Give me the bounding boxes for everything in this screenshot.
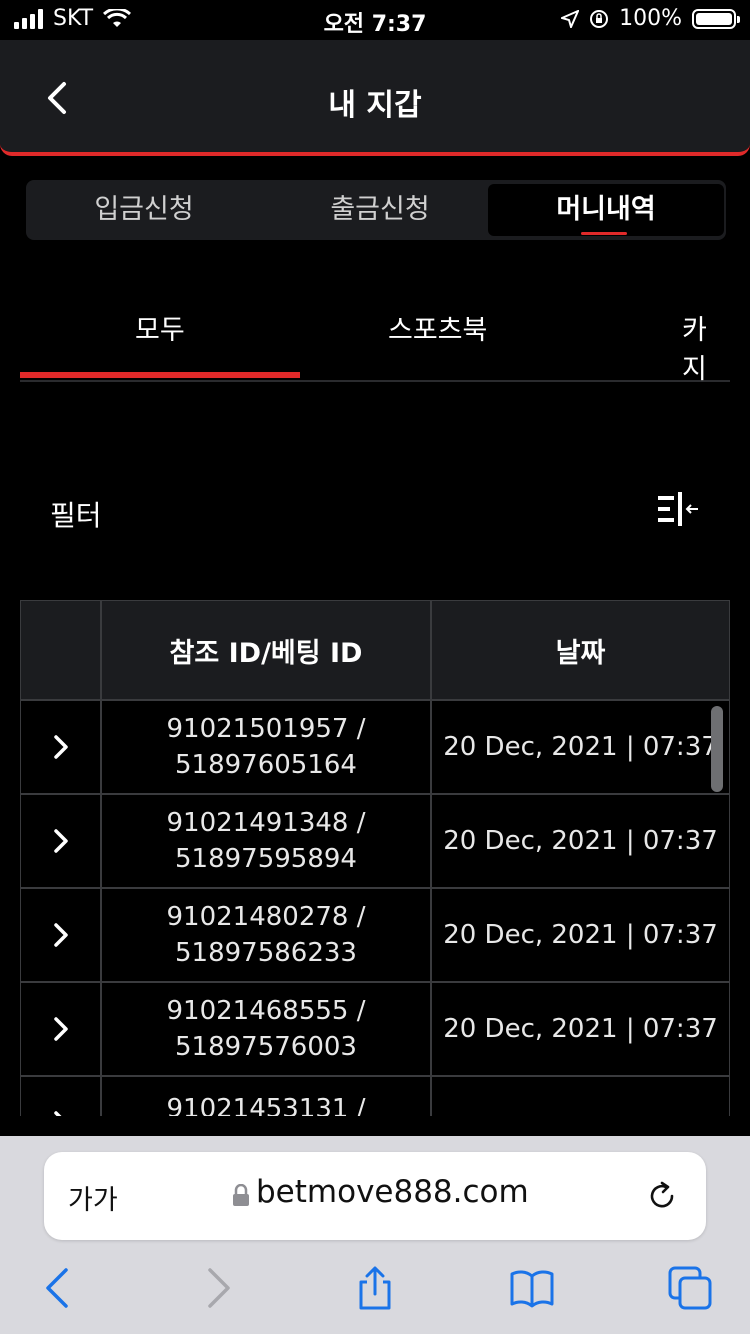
lock-icon bbox=[233, 1184, 249, 1206]
url-text[interactable]: betmove888.com bbox=[256, 1174, 529, 1210]
chevron-right-icon[interactable] bbox=[50, 1109, 72, 1116]
text-size-button[interactable]: 가가 bbox=[68, 1178, 118, 1217]
ref-id: 91021501957 / bbox=[166, 714, 366, 744]
browser-back-icon[interactable] bbox=[36, 1266, 80, 1310]
tab-sportsbook[interactable]: 스포츠북 bbox=[388, 308, 487, 347]
row-expand-cell[interactable] bbox=[20, 888, 101, 982]
table-row[interactable]: 91021501957 / 51897605164 20 Dec, 2021 | … bbox=[20, 700, 730, 794]
bet-id: 51897576003 bbox=[175, 1032, 357, 1062]
bet-id: 51897595894 bbox=[175, 844, 357, 874]
status-bar: SKT 오전 7:37 100% bbox=[0, 0, 750, 40]
chevron-right-icon[interactable] bbox=[50, 733, 72, 761]
location-arrow-icon bbox=[561, 9, 580, 28]
header-date: 날짜 bbox=[431, 600, 730, 700]
date-cell: 20 Dec, 2021 | 07:37 bbox=[431, 888, 730, 982]
row-expand-cell[interactable] bbox=[20, 794, 101, 888]
table-row[interactable]: 91021453131 / bbox=[20, 1076, 730, 1116]
bookmarks-icon[interactable] bbox=[510, 1266, 554, 1310]
app-header: 내 지갑 bbox=[0, 40, 750, 156]
battery-percent: 100% bbox=[619, 6, 682, 31]
table-row[interactable]: 91021468555 / 51897576003 20 Dec, 2021 | … bbox=[20, 982, 730, 1076]
row-expand-cell[interactable] bbox=[20, 1076, 101, 1116]
tabs-icon[interactable] bbox=[668, 1266, 712, 1310]
ref-bet-id-cell: 91021480278 / 51897586233 bbox=[101, 888, 431, 982]
table-row[interactable]: 91021480278 / 51897586233 20 Dec, 2021 | … bbox=[20, 888, 730, 982]
ref-id: 91021453131 / bbox=[166, 1094, 366, 1116]
ref-id: 91021480278 / bbox=[166, 902, 366, 932]
bet-id: 51897605164 bbox=[175, 750, 357, 780]
table-row[interactable]: 91021491348 / 51897595894 20 Dec, 2021 | … bbox=[20, 794, 730, 888]
chevron-right-icon[interactable] bbox=[50, 921, 72, 949]
ref-bet-id-cell: 91021491348 / 51897595894 bbox=[101, 794, 431, 888]
bet-id: 51897586233 bbox=[175, 938, 357, 968]
rotation-lock-icon bbox=[590, 9, 609, 28]
table-header-row: 참조 ID/베팅 ID 날짜 bbox=[20, 600, 730, 700]
share-icon[interactable] bbox=[353, 1266, 397, 1310]
date-cell bbox=[431, 1076, 730, 1116]
tab-deposit-request[interactable]: 입금신청 bbox=[26, 180, 262, 240]
header-expand-cell bbox=[20, 600, 101, 700]
address-bar[interactable]: 가가 betmove888.com bbox=[44, 1152, 706, 1240]
tab-all[interactable]: 모두 bbox=[135, 308, 185, 347]
filter-label: 필터 bbox=[50, 499, 102, 532]
chevron-right-icon[interactable] bbox=[50, 827, 72, 855]
browser-toolbar bbox=[0, 1266, 750, 1316]
ref-id: 91021491348 / bbox=[166, 808, 366, 838]
row-expand-cell[interactable] bbox=[20, 700, 101, 794]
tab-casino[interactable]: 카지 bbox=[682, 308, 730, 386]
ref-bet-id-cell: 91021501957 / 51897605164 bbox=[101, 700, 431, 794]
ref-id: 91021468555 / bbox=[166, 996, 366, 1026]
reload-icon[interactable] bbox=[644, 1178, 680, 1214]
date-cell: 20 Dec, 2021 | 07:37 bbox=[431, 982, 730, 1076]
tab-money-history[interactable]: 머니내역 bbox=[488, 184, 724, 236]
category-active-underline bbox=[20, 372, 300, 378]
battery-icon bbox=[692, 8, 740, 29]
ref-bet-id-cell: 91021453131 / bbox=[101, 1076, 431, 1116]
table-scrollbar[interactable] bbox=[711, 706, 723, 792]
chevron-right-icon[interactable] bbox=[50, 1015, 72, 1043]
active-tab-indicator bbox=[581, 232, 627, 235]
tab-withdraw-request[interactable]: 출금신청 bbox=[262, 180, 498, 240]
browser-bottom-bar: 가가 betmove888.com bbox=[0, 1136, 750, 1334]
history-table: 참조 ID/베팅 ID 날짜 91021501957 / 51897605164 … bbox=[20, 600, 730, 1116]
page-title: 내 지갑 bbox=[328, 88, 422, 123]
date-cell: 20 Dec, 2021 | 07:37 bbox=[431, 794, 730, 888]
browser-forward-icon[interactable] bbox=[196, 1266, 240, 1310]
wallet-tabs: 입금신청 출금신청 머니내역 bbox=[26, 180, 726, 240]
filter-collapse-icon[interactable] bbox=[656, 490, 700, 528]
header-ref-bet-id: 참조 ID/베팅 ID bbox=[101, 600, 431, 700]
category-tabs: 모두 스포츠북 카지 bbox=[20, 290, 730, 385]
ref-bet-id-cell: 91021468555 / 51897576003 bbox=[101, 982, 431, 1076]
date-cell: 20 Dec, 2021 | 07:37 bbox=[431, 700, 730, 794]
row-expand-cell[interactable] bbox=[20, 982, 101, 1076]
